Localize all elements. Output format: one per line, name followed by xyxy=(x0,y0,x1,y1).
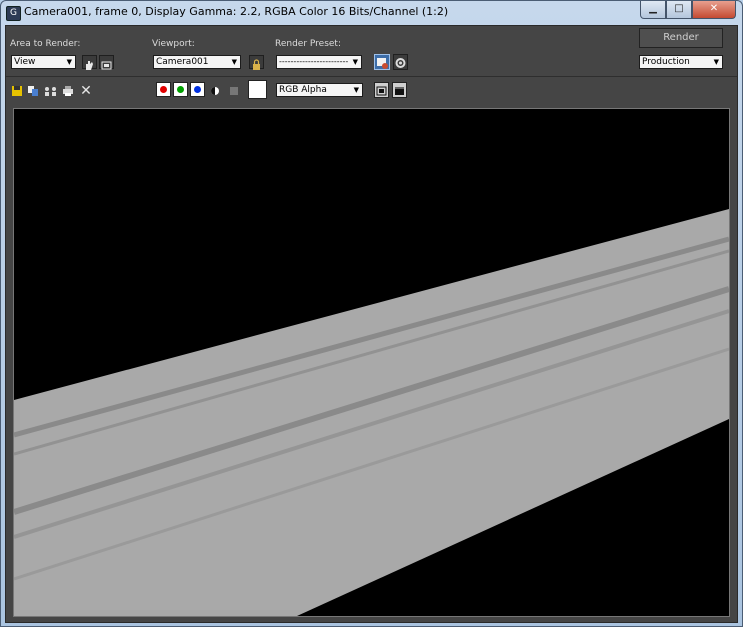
render-button[interactable]: Render xyxy=(639,28,723,48)
viewport-value: Camera001 xyxy=(156,57,209,67)
render-viewport[interactable] xyxy=(13,108,730,617)
gear-icon xyxy=(395,58,406,68)
auto-region-button[interactable] xyxy=(99,55,114,70)
chevron-down-icon: ▼ xyxy=(352,58,358,66)
green-channel-icon xyxy=(177,86,184,93)
channel-display-dropdown[interactable]: RGB Alpha ▼ xyxy=(276,83,363,97)
render-setup-icon xyxy=(377,58,388,69)
viewport-dropdown[interactable]: Camera001 ▼ xyxy=(153,55,241,69)
copy-image-button[interactable] xyxy=(27,85,39,97)
red-channel-toggle[interactable] xyxy=(156,82,171,97)
lock-icon xyxy=(253,59,260,70)
clear-image-button[interactable]: ✕ xyxy=(80,83,92,99)
chevron-down-icon: ▼ xyxy=(713,58,719,66)
monochrome-toggle[interactable] xyxy=(228,85,240,97)
save-icon xyxy=(12,86,22,96)
render-mode-value: Production xyxy=(642,57,690,67)
color-swatch[interactable] xyxy=(248,80,267,99)
maximize-icon: □ xyxy=(674,3,684,14)
toggle-ui-button[interactable] xyxy=(392,82,407,98)
overlay-icon xyxy=(376,86,387,96)
render-frame-window: G Camera001, frame 0, Display Gamma: 2.2… xyxy=(0,0,743,627)
render-mode-dropdown[interactable]: Production ▼ xyxy=(639,55,723,69)
blue-channel-icon xyxy=(194,86,201,93)
close-button[interactable]: ✕ xyxy=(692,1,736,19)
rendered-image xyxy=(14,109,729,616)
render-preset-label: Render Preset: xyxy=(275,39,341,49)
copy-icon xyxy=(28,86,38,96)
lock-viewport-button[interactable] xyxy=(249,55,264,70)
render-preset-value: ------------------------ xyxy=(279,57,349,66)
viewport-label: Viewport: xyxy=(152,39,195,49)
chevron-down-icon: ▼ xyxy=(353,86,359,94)
channel-display-value: RGB Alpha xyxy=(279,85,327,95)
blue-channel-toggle[interactable] xyxy=(190,82,205,97)
close-icon: ✕ xyxy=(80,83,92,99)
close-icon: ✕ xyxy=(709,3,719,14)
toggle-ui-overlay-button[interactable] xyxy=(374,82,389,98)
alpha-channel-toggle[interactable] xyxy=(209,85,221,97)
render-preset-dropdown[interactable]: ------------------------ ▼ xyxy=(276,55,362,69)
area-to-render-dropdown[interactable]: View ▼ xyxy=(11,55,76,69)
minimize-icon: ▁ xyxy=(649,3,657,14)
region-icon xyxy=(101,61,112,70)
window-title: Camera001, frame 0, Display Gamma: 2.2, … xyxy=(24,5,449,18)
ui-toggle-icon xyxy=(395,87,404,95)
maximize-button[interactable]: □ xyxy=(666,1,692,19)
hand-icon xyxy=(86,61,93,70)
edit-region-button[interactable] xyxy=(82,55,97,70)
clone-frame-button[interactable] xyxy=(43,85,59,97)
area-to-render-value: View xyxy=(14,57,36,67)
chevron-down-icon: ▼ xyxy=(231,58,237,66)
clone-icon xyxy=(45,87,56,96)
environment-effects-button[interactable] xyxy=(393,54,408,70)
print-image-button[interactable] xyxy=(62,85,74,97)
render-setup-button[interactable] xyxy=(374,54,390,70)
app-icon[interactable]: G xyxy=(6,6,21,21)
save-image-button[interactable] xyxy=(11,85,23,97)
title-bar[interactable]: G Camera001, frame 0, Display Gamma: 2.2… xyxy=(1,1,742,25)
render-frame-client: Area to Render: View ▼ Viewport: Camera0… xyxy=(5,25,738,623)
chevron-down-icon: ▼ xyxy=(66,58,72,66)
print-icon xyxy=(63,86,73,96)
minimize-button[interactable]: ▁ xyxy=(640,1,666,19)
red-channel-icon xyxy=(160,86,167,93)
green-channel-toggle[interactable] xyxy=(173,82,188,97)
monochrome-icon xyxy=(230,87,238,95)
area-to-render-label: Area to Render: xyxy=(10,39,81,49)
alpha-icon xyxy=(211,87,219,95)
channel-toolbar: ✕ RGB Alpha ▼ xyxy=(6,76,737,103)
caption-buttons: ▁ □ ✕ xyxy=(640,1,736,20)
